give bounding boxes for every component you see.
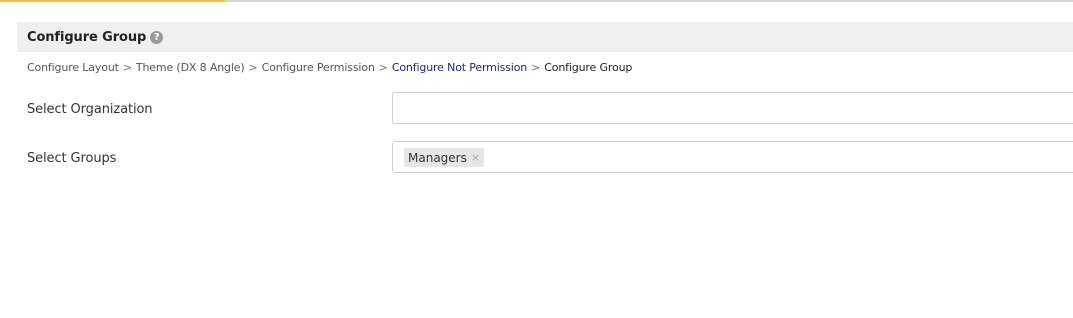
page-title: Configure Group (27, 29, 147, 45)
select-organization-label: Select Organization (27, 102, 153, 117)
breadcrumb-item-configure-permission[interactable]: Configure Permission (262, 61, 375, 74)
breadcrumb-separator: > (248, 61, 258, 74)
question-circle-icon[interactable]: ? (150, 30, 164, 44)
group-tag: Managers × (404, 148, 485, 167)
breadcrumb-separator: > (531, 61, 541, 74)
loading-progress-bar (0, 0, 226, 2)
select-groups-label: Select Groups (27, 151, 117, 166)
breadcrumb-item-theme[interactable]: Theme (DX 8 Angle) (136, 61, 245, 74)
breadcrumb-separator: > (122, 61, 132, 74)
select-groups-input[interactable]: Managers × (392, 141, 1073, 173)
breadcrumb: Configure Layout > Theme (DX 8 Angle) > Conf… (27, 61, 632, 74)
panel-header: Configure Group ? (17, 22, 1073, 52)
select-organization-input[interactable] (392, 92, 1073, 124)
page: Configure Group ? Configure Layout > Theme… (0, 0, 1073, 318)
tag-remove-icon[interactable]: × (471, 152, 480, 163)
group-tag-label: Managers (408, 150, 467, 165)
breadcrumb-item-configure-layout[interactable]: Configure Layout (27, 61, 119, 74)
breadcrumb-item-current: Configure Group (544, 61, 633, 74)
breadcrumb-separator: > (378, 61, 388, 74)
breadcrumb-item-configure-not-permission[interactable]: Configure Not Permission (392, 61, 527, 74)
